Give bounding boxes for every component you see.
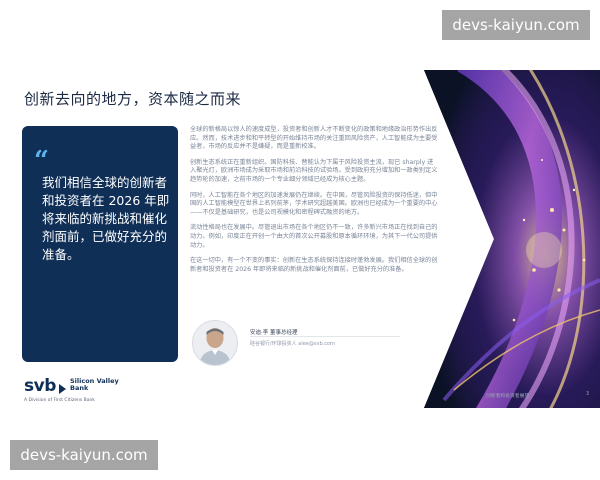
slide: 创新去向的地方，资本随之而来 “ 我们相信全球的创新者和投资者在 2026 年即… (0, 70, 600, 408)
page-title: 创新去向的地方，资本随之而来 (24, 90, 242, 108)
author-block: 安迪·李 董事总经理 硅谷银行/环球投资人 alee@svb.com (190, 320, 430, 368)
paragraph: 在这一切中，有一个不变的事实：创新在生态系统保持连接时蓬勃发展。我们相信全球的创… (190, 257, 438, 273)
footer-text: 创新者和投资者展望 (486, 394, 530, 399)
quote-text: 我们相信全球的创新者和投资者在 2026 年即将来临的新挑战和催化剂面前，已做好… (42, 175, 170, 262)
author-contact: 硅谷银行/环球投资人 alee@svb.com (250, 341, 335, 347)
avatar (192, 320, 238, 366)
double-quote-icon: “ (34, 146, 49, 176)
quote-card: “ 我们相信全球的创新者和投资者在 2026 年即将来临的新挑战和催化剂面前，已… (22, 126, 178, 362)
abstract-light-visual (424, 70, 600, 408)
watermark-bottom: devs-kaiyun.com (10, 440, 158, 470)
body-text: 全球的新格局以惊人的速度成型，投资者和创新人才不断变化的政策和地缘政治形势作出反… (190, 126, 438, 281)
paragraph: 流动性格局也在发展中。尽管退出市场在各个地区仍不一致，许多新兴市场正在找到自己的… (190, 224, 438, 249)
brand-subtitle: A Division of First Citizens Bank (24, 398, 95, 403)
paragraph: 全球的新格局以惊人的速度成型，投资者和创新人才不断变化的政策和地缘政治形势作出反… (190, 126, 438, 151)
brand-name-line: Bank (70, 384, 89, 392)
page-number: 3 (586, 392, 590, 397)
brand-name: Silicon Valley Bank (70, 378, 119, 392)
logo-wordmark: svb (24, 376, 56, 396)
paragraph: 同时，人工智能在各个地区的加速发展仍在继续。在中国，尽管风险投资的保持低迷，但中… (190, 191, 438, 216)
watermark-top: devs-kaiyun.com (442, 10, 590, 40)
author-name: 安迪·李 董事总经理 (250, 330, 298, 336)
paragraph: 创新生态系统正在重新组织。国防科技、替能认为下属于风险投资主流，现已 sharp… (190, 158, 438, 183)
arrow-icon (58, 380, 68, 399)
divider (250, 336, 400, 337)
